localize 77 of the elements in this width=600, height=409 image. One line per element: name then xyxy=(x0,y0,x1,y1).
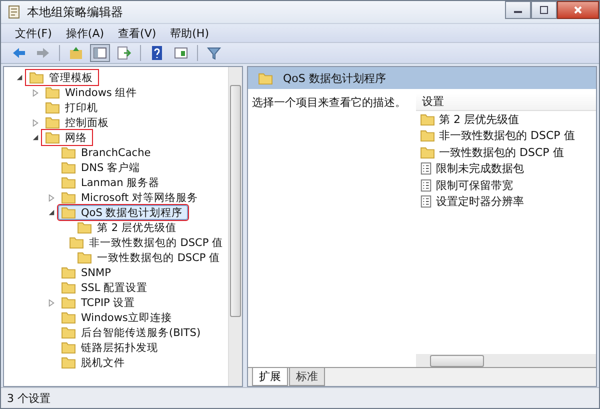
window-title: 本地组策略编辑器 xyxy=(27,4,123,20)
expanded-arrow-icon[interactable] xyxy=(32,134,38,141)
expanded-arrow-icon[interactable] xyxy=(16,74,22,81)
status-text: 3 个设置 xyxy=(7,390,50,406)
collapsed-arrow-icon[interactable] xyxy=(48,298,54,306)
list-item[interactable]: 设置定时器分辨率 xyxy=(416,194,596,210)
folder-icon xyxy=(61,296,76,309)
details-title: QoS 数据包计划程序 xyxy=(283,70,386,86)
folder-icon xyxy=(61,161,76,174)
tree-item[interactable]: SSL 配置设置 xyxy=(58,280,153,295)
tree-item[interactable]: QoS 数据包计划程序 xyxy=(58,205,188,220)
setting-icon xyxy=(420,162,432,176)
tree-item[interactable]: DNS 客户端 xyxy=(58,160,145,175)
folder-icon xyxy=(77,251,92,264)
collapsed-arrow-icon[interactable] xyxy=(32,118,38,126)
folder-icon xyxy=(420,129,435,142)
maximize-button[interactable] xyxy=(531,1,557,19)
tree-item[interactable]: 网络 xyxy=(42,130,92,145)
setting-icon xyxy=(420,178,432,192)
tree-item[interactable]: 脱机文件 xyxy=(58,355,130,370)
list-item[interactable]: 第 2 层优先级值 xyxy=(416,111,596,128)
tree-item[interactable]: SNMP xyxy=(58,265,116,280)
tree-item[interactable]: Microsoft 对等网络服务 xyxy=(58,190,204,205)
folder-icon xyxy=(45,116,60,129)
tree-item[interactable]: 打印机 xyxy=(42,100,103,115)
folder-icon xyxy=(61,341,76,354)
folder-icon xyxy=(61,266,76,279)
close-icon xyxy=(573,5,583,15)
vertical-scrollbar[interactable] xyxy=(228,67,242,386)
document-icon xyxy=(7,5,21,19)
minimize-button[interactable] xyxy=(505,1,531,19)
menu-item[interactable]: 文件(F) xyxy=(15,26,52,40)
collapsed-arrow-icon[interactable] xyxy=(32,88,38,96)
tree-item[interactable]: 一致性数据包的 DSCP 值 xyxy=(74,250,226,265)
tree-item[interactable]: BranchCache xyxy=(58,145,156,160)
folder-icon xyxy=(45,131,60,144)
folder-icon xyxy=(61,146,76,159)
tree-item[interactable]: Windows 组件 xyxy=(42,85,142,100)
folder-icon xyxy=(45,86,60,99)
close-button[interactable] xyxy=(557,1,599,19)
folder-icon xyxy=(61,281,76,294)
expanded-arrow-icon[interactable] xyxy=(48,209,54,216)
folder-icon xyxy=(61,356,76,369)
list-item[interactable]: 一致性数据包的 DSCP 值 xyxy=(416,144,596,160)
tree-item[interactable]: Windows立即连接 xyxy=(58,310,177,325)
maximize-icon xyxy=(539,5,549,15)
folder-icon xyxy=(420,146,435,159)
tree-item[interactable]: 链路层拓扑发现 xyxy=(58,340,163,355)
tree-item[interactable]: 控制面板 xyxy=(42,115,114,130)
view-tab[interactable]: 标准 xyxy=(289,368,325,386)
folder-icon xyxy=(45,101,60,114)
folder-icon xyxy=(61,176,76,189)
list-item[interactable]: 非一致性数据包的 DSCP 值 xyxy=(416,128,596,144)
description-text: 选择一个项目来查看它的描述。 xyxy=(251,95,407,111)
menu-item[interactable]: 查看(V) xyxy=(118,26,156,40)
folder-icon xyxy=(258,72,273,84)
menu-item[interactable]: 帮助(H) xyxy=(170,26,209,40)
column-header[interactable]: 设置 xyxy=(416,93,596,111)
tree-item[interactable]: 后台智能传送服务(BITS) xyxy=(58,325,206,340)
folder-icon xyxy=(68,236,84,249)
folder-icon xyxy=(61,206,76,219)
horizontal-scrollbar[interactable] xyxy=(416,354,596,367)
folder-icon xyxy=(61,326,76,339)
view-tab[interactable]: 扩展 xyxy=(252,368,288,386)
setting-icon xyxy=(420,195,432,208)
tree-item[interactable]: Lanman 服务器 xyxy=(58,175,165,190)
folder-icon xyxy=(29,71,44,84)
folder-icon xyxy=(61,311,76,324)
tree-item[interactable]: 非一致性数据包的 DSCP 值 xyxy=(66,235,228,250)
tree-pane-button[interactable] xyxy=(90,44,110,62)
list-item[interactable]: 限制未完成数据包 xyxy=(416,160,596,177)
tree-item[interactable]: 第 2 层优先级值 xyxy=(74,220,182,235)
list-item[interactable]: 限制可保留带宽 xyxy=(416,177,596,194)
menu-item[interactable]: 操作(A) xyxy=(66,26,104,40)
collapsed-arrow-icon[interactable] xyxy=(48,194,54,202)
tree-item[interactable]: 管理模板 xyxy=(26,70,98,85)
tree-item[interactable]: TCPIP 设置 xyxy=(58,295,140,310)
